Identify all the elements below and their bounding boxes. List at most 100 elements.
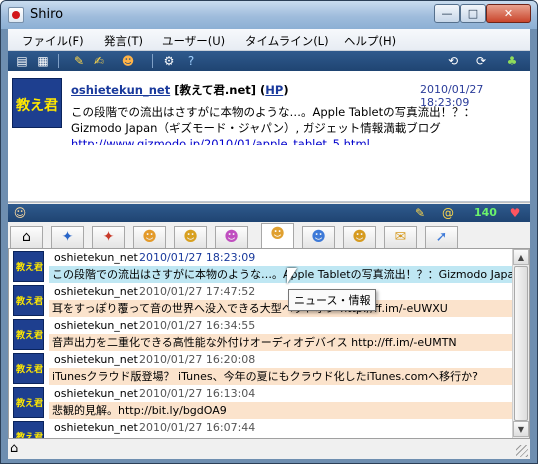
home-icon: ⌂ [22,229,31,245]
user-list-icon[interactable]: ▦ [35,53,51,69]
mention-icon[interactable]: @ [440,205,456,221]
tab-news[interactable]: ☻ [261,223,294,248]
avatar[interactable]: 教え君 [13,387,44,418]
row-message: この段階での流出はさすがに本物のような…。Apple Tabletの写真流出！？… [49,266,513,283]
timeline-list[interactable]: 教え君 oshietekun_net 2010/01/27 18:23:09 こ… [8,248,530,439]
menu-help[interactable]: ヘルプ(H) [344,33,396,49]
tab-bird-red[interactable]: ✦ [92,226,125,248]
timeline-tabs: ⌂ ✦ ✦ ☻ ☻ ☻ ☻ ☻ ☻ ✉ ➚ [8,222,530,248]
client-area: ファイル(F) 発言(T) ユーザー(U) タイムライン(L) ヘルプ(H) ▤… [8,29,530,459]
avatar-logo-text: 教え君 [16,98,58,114]
avatar-logo-text: 教え君 [16,433,44,439]
timeline-row[interactable]: 教え君 oshietekun_net 2010/01/27 18:23:09 こ… [9,249,513,283]
status-bar: ⌂ [8,439,530,459]
home-icon[interactable]: ⌂ [10,441,18,456]
compose-icon[interactable]: ✍ [91,53,107,69]
detail-text-line2: Gizmodo Japan（ギズモード・ジャパン）, ガジェット情報満載ブログ [71,121,441,135]
friends-icon[interactable]: ☺ [12,205,28,221]
close-button[interactable]: ✕ [486,4,531,23]
avatar-logo-text: 教え君 [16,331,44,341]
row-username[interactable]: oshietekun_net [54,421,138,434]
timeline-row[interactable]: 教え君 oshietekun_net 2010/01/27 16:20:08 i… [9,351,513,385]
timeline-row[interactable]: 教え君 oshietekun_net 2010/01/27 16:13:04 悲… [9,385,513,419]
tab-users[interactable]: ☻ [343,226,376,248]
person-icon: ☻ [224,229,239,245]
avatar-logo-text: 教え君 [16,297,44,307]
lips-icon[interactable]: ♥ [507,205,523,221]
row-timestamp: 2010/01/27 16:13:04 [139,387,256,400]
avatar[interactable]: 教え君 [13,285,44,316]
row-username[interactable]: oshietekun_net [54,319,138,332]
scroll-down-icon[interactable]: ▼ [513,421,529,437]
menu-timeline[interactable]: タイムライン(L) [245,33,329,49]
toolbar-separator [58,54,59,68]
menu-file[interactable]: ファイル(F) [22,33,84,49]
pen-icon[interactable]: ✎ [412,205,428,221]
row-message: 音声出力を二重化できる高性能な外付けオーディオデバイス http://ff.im… [49,334,513,351]
tab-tooltip: ニュース・情報 [288,289,377,311]
timeline-row[interactable]: 教え君 oshietekun_net 2010/01/27 17:47:52 耳… [9,283,513,317]
toolbar: ▤ ▦ ✎ ✍ ☻ ⚙ ? ⟲ ⟳ ♣ [8,51,530,71]
refresh-icon[interactable]: ⟲ [445,53,461,69]
detail-text-line1: この段階での流出はさすがに本物のような…。Apple Tabletの写真流出！？… [71,105,476,119]
detail-display-name: [教えて君.net] ( [170,83,266,97]
row-username[interactable]: oshietekun_net [54,251,138,264]
avatar[interactable]: 教え君 [13,353,44,384]
menu-post[interactable]: 発言(T) [104,33,143,49]
row-message: iTunesクラウド版登場？ iTunes、今年の夏にもクラウド化したiTune… [49,368,513,385]
timeline-scrollbar[interactable]: ▲ ▼ [512,249,529,438]
row-message: 耳をすっぽり覆って音の世界へ没入できる大型ヘッドホン http://ff.im/… [49,300,513,317]
tab-home[interactable]: ⌂ [10,226,43,248]
sync-icon[interactable]: ⟳ [473,53,489,69]
shiro-icon[interactable]: ♣ [504,53,520,69]
maximize-button[interactable]: □ [460,4,486,23]
person-icon: ☻ [270,226,285,242]
timeline-row[interactable]: 教え君 oshietekun_net 2010/01/27 16:07:44 [9,419,513,439]
post-input-area[interactable] [8,145,530,202]
app-icon [8,7,24,23]
help-icon[interactable]: ? [183,53,199,69]
scroll-up-icon[interactable]: ▲ [513,249,529,265]
toolbar-separator [152,54,153,68]
tab-person-purple[interactable]: ☻ [215,226,248,248]
tab-bird-blue[interactable]: ✦ [51,226,84,248]
tab-person-blue[interactable]: ☻ [302,226,335,248]
minimize-button[interactable]: — [434,4,460,23]
char-count: 140 [474,206,497,219]
row-timestamp: 2010/01/27 17:47:52 [139,285,256,298]
resize-grip[interactable] [516,445,528,457]
menu-bar: ファイル(F) 発言(T) ユーザー(U) タイムライン(L) ヘルプ(H) [8,29,530,51]
avatar[interactable]: 教え君 [13,319,44,350]
row-timestamp: 2010/01/27 16:34:55 [139,319,256,332]
avatar-logo-text: 教え君 [16,399,44,409]
avatar[interactable]: 教え君 [13,421,44,439]
envelope-icon: ✉ [394,229,407,245]
person-icon: ☻ [183,229,198,245]
title-bar[interactable]: Shiro — □ ✕ [1,1,537,29]
user-menu-icon[interactable]: ☻ [120,53,136,69]
timeline-row[interactable]: 教え君 oshietekun_net 2010/01/27 16:34:55 音… [9,317,513,351]
menu-user[interactable]: ユーザー(U) [162,33,225,49]
tab-direct-message[interactable]: ✉ [384,226,417,248]
status-strip: ☺ ✎ @ 140 ♥ [8,204,530,222]
person-icon: ☻ [311,229,326,245]
tab-sent[interactable]: ➚ [425,226,458,248]
mouse-cursor-icon [287,268,297,284]
detail-avatar[interactable]: 教え君 [12,78,62,128]
row-username[interactable]: oshietekun_net [54,387,138,400]
avatar[interactable]: 教え君 [13,251,44,282]
edit-icon[interactable]: ✎ [71,53,87,69]
tab-person-yellow[interactable]: ☻ [174,226,207,248]
person-icon: ☻ [142,229,157,245]
detail-hp-link[interactable]: HP [265,83,283,97]
settings-icon[interactable]: ⚙ [161,53,177,69]
row-username[interactable]: oshietekun_net [54,353,138,366]
row-message: 悲観的見解。http://bit.ly/bgdOA9 [49,402,513,419]
note-icon[interactable]: ▤ [14,53,30,69]
row-username[interactable]: oshietekun_net [54,285,138,298]
scroll-thumb[interactable] [514,266,528,421]
tab-person-orange[interactable]: ☻ [133,226,166,248]
users-icon: ☻ [352,229,367,245]
detail-user-link[interactable]: oshietekun_net [71,83,170,97]
app-window: Shiro — □ ✕ ファイル(F) 発言(T) ユーザー(U) タイムライン… [0,0,538,464]
